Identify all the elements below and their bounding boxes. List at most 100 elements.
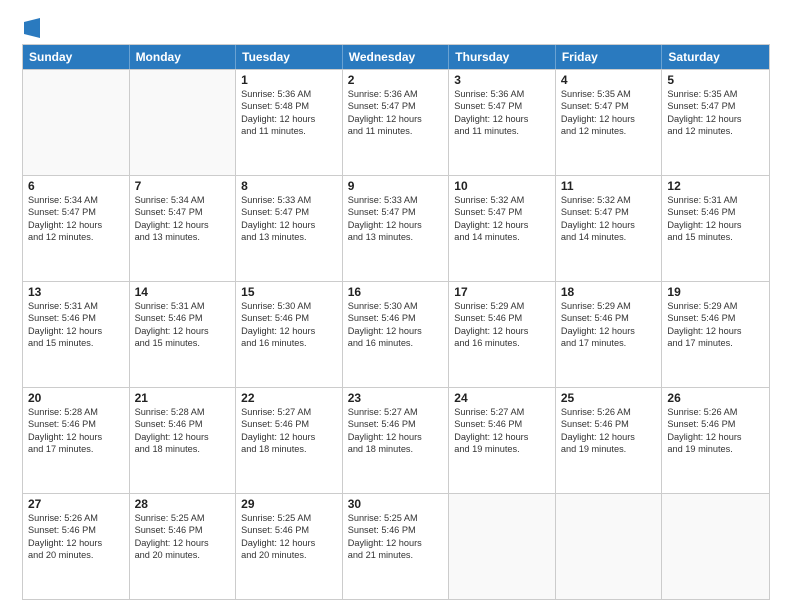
cal-cell bbox=[556, 494, 663, 599]
cal-header-wednesday: Wednesday bbox=[343, 45, 450, 69]
day-info: Sunrise: 5:29 AM Sunset: 5:46 PM Dayligh… bbox=[667, 300, 764, 350]
day-number: 9 bbox=[348, 179, 444, 193]
day-info: Sunrise: 5:25 AM Sunset: 5:46 PM Dayligh… bbox=[241, 512, 337, 562]
day-number: 20 bbox=[28, 391, 124, 405]
cal-cell bbox=[23, 70, 130, 175]
page: SundayMondayTuesdayWednesdayThursdayFrid… bbox=[0, 0, 792, 612]
logo-icon bbox=[24, 18, 40, 38]
day-number: 17 bbox=[454, 285, 550, 299]
day-info: Sunrise: 5:32 AM Sunset: 5:47 PM Dayligh… bbox=[454, 194, 550, 244]
day-info: Sunrise: 5:29 AM Sunset: 5:46 PM Dayligh… bbox=[454, 300, 550, 350]
day-number: 4 bbox=[561, 73, 657, 87]
day-info: Sunrise: 5:35 AM Sunset: 5:47 PM Dayligh… bbox=[561, 88, 657, 138]
day-info: Sunrise: 5:29 AM Sunset: 5:46 PM Dayligh… bbox=[561, 300, 657, 350]
day-info: Sunrise: 5:33 AM Sunset: 5:47 PM Dayligh… bbox=[348, 194, 444, 244]
cal-cell: 13Sunrise: 5:31 AM Sunset: 5:46 PM Dayli… bbox=[23, 282, 130, 387]
cal-cell: 10Sunrise: 5:32 AM Sunset: 5:47 PM Dayli… bbox=[449, 176, 556, 281]
day-number: 22 bbox=[241, 391, 337, 405]
cal-week-3: 20Sunrise: 5:28 AM Sunset: 5:46 PM Dayli… bbox=[23, 387, 769, 493]
day-number: 15 bbox=[241, 285, 337, 299]
day-info: Sunrise: 5:31 AM Sunset: 5:46 PM Dayligh… bbox=[667, 194, 764, 244]
day-info: Sunrise: 5:36 AM Sunset: 5:48 PM Dayligh… bbox=[241, 88, 337, 138]
cal-cell: 4Sunrise: 5:35 AM Sunset: 5:47 PM Daylig… bbox=[556, 70, 663, 175]
calendar: SundayMondayTuesdayWednesdayThursdayFrid… bbox=[22, 44, 770, 600]
cal-cell: 18Sunrise: 5:29 AM Sunset: 5:46 PM Dayli… bbox=[556, 282, 663, 387]
day-number: 8 bbox=[241, 179, 337, 193]
day-number: 28 bbox=[135, 497, 231, 511]
cal-cell: 21Sunrise: 5:28 AM Sunset: 5:46 PM Dayli… bbox=[130, 388, 237, 493]
day-number: 6 bbox=[28, 179, 124, 193]
day-info: Sunrise: 5:36 AM Sunset: 5:47 PM Dayligh… bbox=[454, 88, 550, 138]
cal-cell: 17Sunrise: 5:29 AM Sunset: 5:46 PM Dayli… bbox=[449, 282, 556, 387]
cal-week-0: 1Sunrise: 5:36 AM Sunset: 5:48 PM Daylig… bbox=[23, 69, 769, 175]
cal-cell: 20Sunrise: 5:28 AM Sunset: 5:46 PM Dayli… bbox=[23, 388, 130, 493]
cal-cell: 30Sunrise: 5:25 AM Sunset: 5:46 PM Dayli… bbox=[343, 494, 450, 599]
day-number: 23 bbox=[348, 391, 444, 405]
cal-cell: 5Sunrise: 5:35 AM Sunset: 5:47 PM Daylig… bbox=[662, 70, 769, 175]
day-number: 7 bbox=[135, 179, 231, 193]
day-info: Sunrise: 5:26 AM Sunset: 5:46 PM Dayligh… bbox=[667, 406, 764, 456]
cal-cell bbox=[449, 494, 556, 599]
cal-header-saturday: Saturday bbox=[662, 45, 769, 69]
cal-cell: 11Sunrise: 5:32 AM Sunset: 5:47 PM Dayli… bbox=[556, 176, 663, 281]
day-number: 18 bbox=[561, 285, 657, 299]
calendar-header-row: SundayMondayTuesdayWednesdayThursdayFrid… bbox=[23, 45, 769, 69]
cal-header-tuesday: Tuesday bbox=[236, 45, 343, 69]
day-info: Sunrise: 5:31 AM Sunset: 5:46 PM Dayligh… bbox=[28, 300, 124, 350]
day-number: 10 bbox=[454, 179, 550, 193]
cal-cell: 19Sunrise: 5:29 AM Sunset: 5:46 PM Dayli… bbox=[662, 282, 769, 387]
day-info: Sunrise: 5:31 AM Sunset: 5:46 PM Dayligh… bbox=[135, 300, 231, 350]
cal-cell: 22Sunrise: 5:27 AM Sunset: 5:46 PM Dayli… bbox=[236, 388, 343, 493]
day-info: Sunrise: 5:33 AM Sunset: 5:47 PM Dayligh… bbox=[241, 194, 337, 244]
day-info: Sunrise: 5:36 AM Sunset: 5:47 PM Dayligh… bbox=[348, 88, 444, 138]
header bbox=[22, 18, 770, 38]
cal-cell: 29Sunrise: 5:25 AM Sunset: 5:46 PM Dayli… bbox=[236, 494, 343, 599]
cal-cell: 6Sunrise: 5:34 AM Sunset: 5:47 PM Daylig… bbox=[23, 176, 130, 281]
day-number: 14 bbox=[135, 285, 231, 299]
cal-cell bbox=[662, 494, 769, 599]
day-info: Sunrise: 5:25 AM Sunset: 5:46 PM Dayligh… bbox=[348, 512, 444, 562]
cal-cell: 25Sunrise: 5:26 AM Sunset: 5:46 PM Dayli… bbox=[556, 388, 663, 493]
day-number: 24 bbox=[454, 391, 550, 405]
day-number: 29 bbox=[241, 497, 337, 511]
day-info: Sunrise: 5:32 AM Sunset: 5:47 PM Dayligh… bbox=[561, 194, 657, 244]
cal-cell: 2Sunrise: 5:36 AM Sunset: 5:47 PM Daylig… bbox=[343, 70, 450, 175]
day-number: 12 bbox=[667, 179, 764, 193]
cal-cell: 8Sunrise: 5:33 AM Sunset: 5:47 PM Daylig… bbox=[236, 176, 343, 281]
cal-week-2: 13Sunrise: 5:31 AM Sunset: 5:46 PM Dayli… bbox=[23, 281, 769, 387]
cal-cell: 3Sunrise: 5:36 AM Sunset: 5:47 PM Daylig… bbox=[449, 70, 556, 175]
day-info: Sunrise: 5:25 AM Sunset: 5:46 PM Dayligh… bbox=[135, 512, 231, 562]
cal-week-1: 6Sunrise: 5:34 AM Sunset: 5:47 PM Daylig… bbox=[23, 175, 769, 281]
day-number: 25 bbox=[561, 391, 657, 405]
day-number: 19 bbox=[667, 285, 764, 299]
cal-header-friday: Friday bbox=[556, 45, 663, 69]
day-info: Sunrise: 5:26 AM Sunset: 5:46 PM Dayligh… bbox=[28, 512, 124, 562]
day-number: 16 bbox=[348, 285, 444, 299]
day-number: 2 bbox=[348, 73, 444, 87]
day-number: 5 bbox=[667, 73, 764, 87]
day-number: 30 bbox=[348, 497, 444, 511]
day-info: Sunrise: 5:28 AM Sunset: 5:46 PM Dayligh… bbox=[28, 406, 124, 456]
cal-cell: 15Sunrise: 5:30 AM Sunset: 5:46 PM Dayli… bbox=[236, 282, 343, 387]
day-info: Sunrise: 5:27 AM Sunset: 5:46 PM Dayligh… bbox=[348, 406, 444, 456]
cal-cell: 24Sunrise: 5:27 AM Sunset: 5:46 PM Dayli… bbox=[449, 388, 556, 493]
cal-cell: 12Sunrise: 5:31 AM Sunset: 5:46 PM Dayli… bbox=[662, 176, 769, 281]
day-number: 26 bbox=[667, 391, 764, 405]
day-info: Sunrise: 5:30 AM Sunset: 5:46 PM Dayligh… bbox=[348, 300, 444, 350]
day-number: 21 bbox=[135, 391, 231, 405]
cal-cell: 27Sunrise: 5:26 AM Sunset: 5:46 PM Dayli… bbox=[23, 494, 130, 599]
cal-cell: 16Sunrise: 5:30 AM Sunset: 5:46 PM Dayli… bbox=[343, 282, 450, 387]
cal-cell: 26Sunrise: 5:26 AM Sunset: 5:46 PM Dayli… bbox=[662, 388, 769, 493]
day-info: Sunrise: 5:28 AM Sunset: 5:46 PM Dayligh… bbox=[135, 406, 231, 456]
day-number: 1 bbox=[241, 73, 337, 87]
cal-cell: 7Sunrise: 5:34 AM Sunset: 5:47 PM Daylig… bbox=[130, 176, 237, 281]
day-info: Sunrise: 5:35 AM Sunset: 5:47 PM Dayligh… bbox=[667, 88, 764, 138]
day-info: Sunrise: 5:27 AM Sunset: 5:46 PM Dayligh… bbox=[241, 406, 337, 456]
cal-header-sunday: Sunday bbox=[23, 45, 130, 69]
day-number: 27 bbox=[28, 497, 124, 511]
logo bbox=[22, 18, 40, 38]
day-info: Sunrise: 5:30 AM Sunset: 5:46 PM Dayligh… bbox=[241, 300, 337, 350]
day-info: Sunrise: 5:34 AM Sunset: 5:47 PM Dayligh… bbox=[28, 194, 124, 244]
day-info: Sunrise: 5:27 AM Sunset: 5:46 PM Dayligh… bbox=[454, 406, 550, 456]
cal-cell: 14Sunrise: 5:31 AM Sunset: 5:46 PM Dayli… bbox=[130, 282, 237, 387]
